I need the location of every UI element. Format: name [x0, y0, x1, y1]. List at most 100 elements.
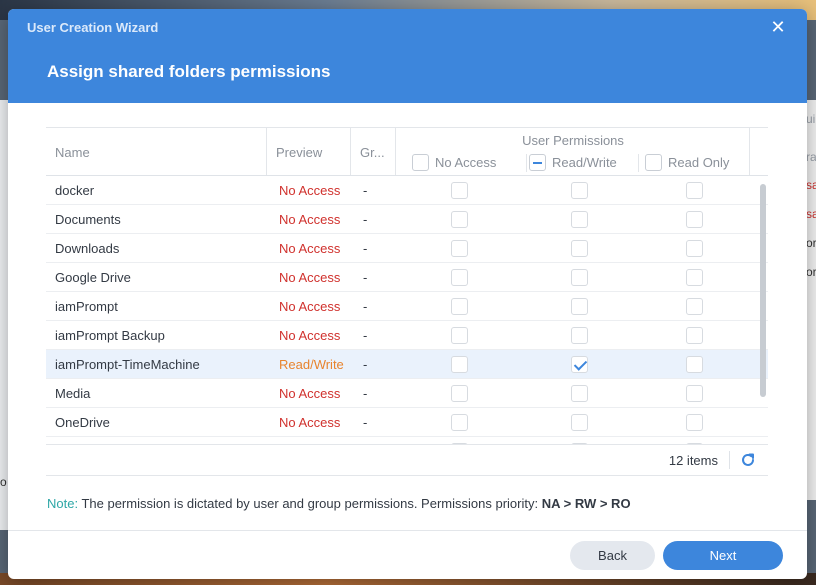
user-permissions-header: User Permissions No Access Read/Write Re… [396, 128, 750, 175]
read-only-checkbox[interactable] [686, 414, 703, 431]
folder-name: iamPrompt [55, 299, 118, 314]
permission-preview: Read/Write [279, 357, 344, 372]
read-write-label: Read/Write [552, 155, 617, 170]
group-permission: - [363, 241, 368, 256]
background-text: o [0, 475, 7, 489]
read-only-label: Read Only [668, 155, 730, 170]
read-only-checkbox[interactable] [686, 182, 703, 199]
background-text: sa [806, 178, 816, 192]
note-label: Note: [47, 496, 79, 511]
table-row[interactable]: docker No Access - [46, 176, 768, 205]
no-access-checkbox[interactable] [451, 269, 468, 286]
table-row[interactable]: Downloads No Access - [46, 234, 768, 263]
dialog-footer: Back Next [8, 530, 807, 579]
read-write-checkbox[interactable] [571, 385, 588, 402]
column-divider [350, 128, 351, 175]
read-only-checkbox[interactable] [686, 298, 703, 315]
read-only-all-checkbox[interactable] [645, 154, 662, 171]
column-divider [266, 128, 267, 175]
refresh-icon[interactable] [740, 452, 756, 468]
read-write-checkbox[interactable] [571, 327, 588, 344]
group-permission: - [363, 386, 368, 401]
header-read-only-option[interactable]: Read Only [645, 154, 729, 171]
table-row[interactable]: iamPrompt Backup No Access - [46, 321, 768, 350]
table-row[interactable]: Documents No Access - [46, 205, 768, 234]
table-row[interactable]: Media No Access - [46, 379, 768, 408]
no-access-checkbox[interactable] [451, 298, 468, 315]
read-write-checkbox[interactable] [571, 356, 588, 373]
grid-scrollbar[interactable] [760, 184, 766, 397]
no-access-checkbox[interactable] [451, 211, 468, 228]
folder-name: Media [55, 386, 91, 401]
background-window-left: o [0, 100, 8, 530]
read-only-checkbox[interactable] [686, 327, 703, 344]
window-title: User Creation Wizard [27, 20, 159, 35]
read-only-checkbox[interactable] [686, 211, 703, 228]
no-access-checkbox[interactable] [451, 240, 468, 257]
option-divider [638, 154, 639, 172]
folder-name: docker [55, 183, 95, 198]
read-write-checkbox[interactable] [571, 298, 588, 315]
grid-header: Name Preview Gr... User Permissions No A… [46, 128, 768, 176]
note-text: The permission is dictated by user and g… [78, 496, 542, 511]
read-only-checkbox[interactable] [686, 356, 703, 373]
permission-preview: No Access [279, 241, 341, 256]
footer-divider [729, 451, 730, 469]
folder-name: Google Drive [55, 270, 131, 285]
option-divider [526, 154, 527, 172]
table-row[interactable]: iamPrompt No Access - [46, 292, 768, 321]
table-row[interactable]: iamPrompt-TimeMachine Read/Write - [46, 350, 768, 379]
read-write-checkbox[interactable] [571, 269, 588, 286]
permissions-note: Note: The permission is dictated by user… [47, 496, 631, 511]
no-access-checkbox[interactable] [451, 414, 468, 431]
grid-rows: docker No Access - Documents No Access - Downl… [46, 176, 768, 445]
read-write-checkbox[interactable] [571, 211, 588, 228]
background-text: ra [806, 150, 816, 164]
group-permission: - [363, 270, 368, 285]
no-access-checkbox[interactable] [451, 385, 468, 402]
background-text: or [806, 265, 816, 279]
header-read-write-option[interactable]: Read/Write [529, 154, 617, 171]
folder-name: Downloads [55, 241, 120, 256]
table-row[interactable]: Google Drive No Access - [46, 263, 768, 292]
group-permission: - [363, 357, 368, 372]
user-creation-wizard-dialog: User Creation Wizard ✕ Assign shared fol… [8, 9, 807, 579]
read-write-checkbox[interactable] [571, 240, 588, 257]
item-count: 12 items [668, 453, 718, 468]
no-access-checkbox[interactable] [451, 327, 468, 344]
header-no-access-option[interactable]: No Access [412, 154, 496, 171]
read-only-checkbox[interactable] [686, 269, 703, 286]
column-header-name[interactable]: Name [55, 145, 90, 160]
permission-preview: No Access [279, 299, 341, 314]
no-access-checkbox[interactable] [451, 182, 468, 199]
column-divider [749, 128, 750, 175]
permission-preview: No Access [279, 183, 341, 198]
grid-footer: 12 items [46, 444, 768, 475]
background-text: uilt [806, 112, 816, 126]
folder-name: OneDrive [55, 415, 110, 430]
close-icon[interactable]: ✕ [769, 18, 787, 36]
no-access-checkbox[interactable] [451, 356, 468, 373]
read-only-checkbox[interactable] [686, 385, 703, 402]
group-permission: - [363, 415, 368, 430]
folder-name: Documents [55, 212, 121, 227]
group-permission: - [363, 299, 368, 314]
step-title: Assign shared folders permissions [47, 62, 331, 81]
read-only-checkbox[interactable] [686, 240, 703, 257]
back-button[interactable]: Back [570, 541, 655, 570]
folder-name: iamPrompt Backup [55, 328, 165, 343]
column-header-group[interactable]: Gr... [360, 145, 385, 160]
permission-preview: No Access [279, 212, 341, 227]
table-row[interactable]: OneDrive No Access - [46, 408, 768, 437]
no-access-all-checkbox[interactable] [412, 154, 429, 171]
background-text: or [806, 236, 816, 250]
read-write-checkbox[interactable] [571, 414, 588, 431]
next-button[interactable]: Next [663, 541, 783, 570]
background-text: sa [806, 207, 816, 221]
dialog-header: User Creation Wizard ✕ Assign shared fol… [8, 9, 807, 103]
column-header-preview[interactable]: Preview [276, 145, 322, 160]
read-write-all-checkbox[interactable] [529, 154, 546, 171]
user-permissions-title: User Permissions [522, 133, 624, 148]
permission-preview: No Access [279, 386, 341, 401]
read-write-checkbox[interactable] [571, 182, 588, 199]
